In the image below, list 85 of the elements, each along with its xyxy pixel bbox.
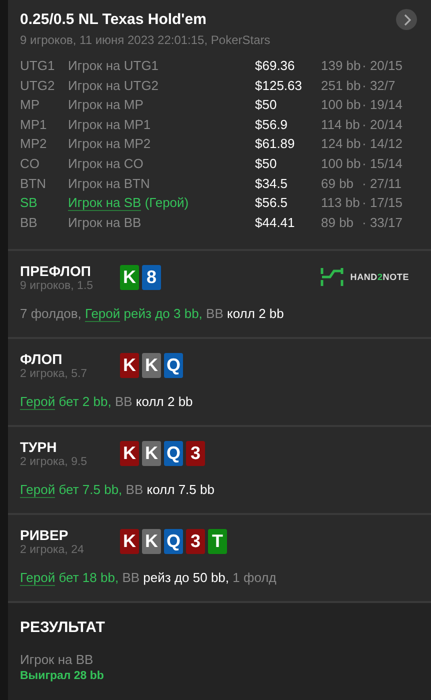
action-line: 7 фолдов, Герой рейз до 3 bb, BB колл 2 bb (20, 306, 285, 322)
position: SB (20, 195, 38, 212)
street-info: 9 игроков, 1.5 (20, 280, 94, 292)
player-link[interactable]: Герой (20, 482, 56, 498)
playing-card: K (142, 353, 161, 378)
street-title: РИВЕР (20, 527, 70, 544)
logo-text: HAND2NOTE (350, 272, 409, 282)
position: UTG2 (20, 78, 56, 94)
player-stats: · 17/15 (362, 195, 404, 212)
playing-card: Q (164, 529, 183, 554)
position: MP1 (20, 116, 48, 134)
street-title: ПРЕФЛОП (20, 263, 92, 280)
position: BTN (20, 176, 47, 192)
player-name: Игрок на UTG2 (68, 78, 159, 93)
winner-name: Игрок на BB (20, 652, 94, 668)
result-title: РЕЗУЛЬТАТ (20, 619, 106, 636)
stack-amount: $50 (255, 156, 278, 173)
position: MP (20, 97, 40, 114)
playing-card: 3 (186, 441, 205, 466)
player-stats: · 19/14 (362, 97, 404, 114)
playing-card: K (120, 353, 139, 378)
player-stats: · 20/15 (362, 58, 404, 75)
stack-bb: 89 bb (321, 214, 355, 232)
playing-card: 8 (142, 265, 161, 290)
action-line: Герой бет 2 bb, BB колл 2 bb (20, 394, 194, 410)
player-stats: · 15/14 (362, 156, 404, 173)
street-info: 2 игрока, 9.5 (20, 456, 88, 468)
action-line: Герой бет 18 bb, BB рейз до 50 bb, 1 фолд (20, 570, 278, 586)
playing-card: T (208, 529, 227, 554)
player-stats: · 32/7 (362, 78, 396, 94)
hand-info: 9 игроков, 11 июня 2023 22:01:15, PokerStars (20, 33, 272, 47)
player-name: Игрок на MP1 (68, 116, 151, 132)
stack-bb: 69 bb (321, 176, 355, 192)
stack-bb: 100 bb (321, 156, 362, 173)
street-info: 2 игрока, 24 (20, 544, 85, 556)
hero-tag: (Герой) (144, 195, 189, 210)
next-button[interactable] (396, 9, 417, 30)
player-stats: · 33/17 (362, 214, 404, 232)
stack-bb: 139 bb (321, 58, 362, 75)
player-stats: · 20/14 (362, 116, 404, 134)
stack-amount: $34.5 (255, 176, 289, 192)
player-name: Игрок на BB (68, 214, 142, 230)
playing-card: 3 (186, 529, 205, 554)
street-title: ТУРН (20, 439, 58, 456)
street-info: 2 игрока, 5.7 (20, 368, 88, 380)
stack-amount: $44.41 (255, 214, 296, 232)
player-name: Игрок на MP (68, 97, 144, 112)
player-link[interactable]: Игрок на SB (68, 195, 142, 212)
stack-amount: $56.5 (255, 195, 289, 212)
position: CO (20, 156, 40, 173)
hand-title: 0.25/0.5 NL Texas Hold'em (20, 11, 206, 28)
player-name: Игрок на BTN (68, 176, 150, 191)
stack-bb: 251 bb (321, 78, 362, 94)
position: BB (20, 214, 38, 232)
stack-bb: 124 bb (321, 136, 362, 153)
stack-bb: 100 bb (321, 97, 362, 114)
stack-amount: $125.63 (255, 78, 303, 94)
player-name: Игрок на CO (68, 156, 144, 171)
player-link[interactable]: Герой (20, 394, 56, 410)
player-stats: · 14/12 (362, 136, 404, 153)
chevron-icon (402, 14, 410, 26)
stack-amount: $50 (255, 97, 278, 114)
stack-bb: 113 bb (321, 195, 361, 212)
stack-amount: $69.36 (255, 58, 296, 75)
playing-card: K (120, 265, 139, 290)
street-title: ФЛОП (20, 351, 64, 368)
player-link[interactable]: Герой (85, 306, 120, 322)
stack-amount: $61.89 (255, 136, 296, 153)
playing-card: K (142, 529, 161, 554)
stack-amount: $56.9 (255, 116, 289, 134)
logo-icon (320, 267, 344, 288)
position: MP2 (20, 136, 48, 153)
playing-card: K (120, 441, 139, 466)
playing-card: K (120, 529, 139, 554)
position: UTG1 (20, 58, 56, 75)
stack-bb: 114 bb (321, 116, 361, 134)
player-stats: · 27/11 (362, 176, 403, 192)
player-name: Игрок на UTG1 (68, 58, 159, 73)
player-name: Игрок на MP2 (68, 136, 151, 152)
playing-card: Q (164, 441, 183, 466)
playing-card: Q (164, 353, 183, 378)
result-amount: Выиграл 28 bb (20, 670, 105, 682)
player-link[interactable]: Герой (20, 570, 56, 586)
action-line: Герой бет 7.5 bb, BB колл 7.5 bb (20, 482, 216, 498)
playing-card: K (142, 441, 161, 466)
